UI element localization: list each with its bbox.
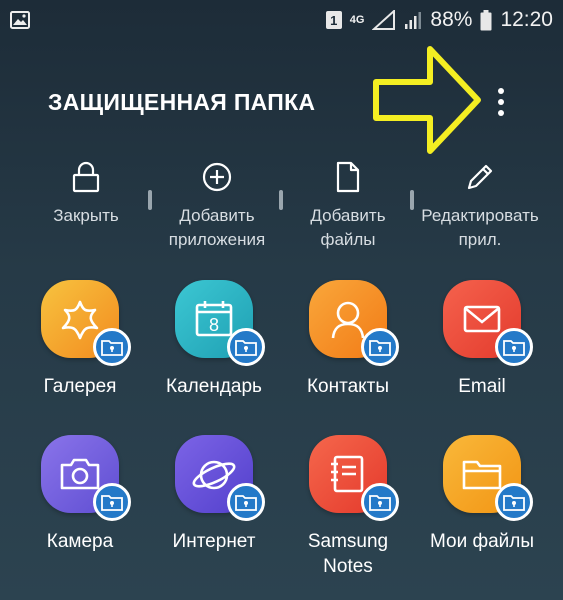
- network-type-label: 4G: [349, 14, 365, 26]
- calendar-icon: 8: [175, 280, 265, 366]
- app-camera[interactable]: Камера: [15, 435, 145, 554]
- secure-folder-badge-icon: [495, 483, 533, 521]
- app-gallery[interactable]: Галерея: [15, 280, 145, 399]
- app-name: Галерея: [43, 376, 117, 397]
- more-vert-dot: [498, 99, 504, 105]
- email-icon: [443, 280, 533, 366]
- network-type: 4G: [349, 14, 365, 26]
- signal-icon: [372, 10, 396, 30]
- edit-apps-button[interactable]: Редактировать прил.: [410, 160, 550, 252]
- contacts-icon: [309, 280, 399, 366]
- app-name: Камера: [46, 531, 114, 552]
- app-name: Контакты: [306, 376, 390, 397]
- lock-action-button[interactable]: Закрыть: [16, 160, 156, 228]
- more-options-button[interactable]: [486, 82, 516, 122]
- sim-slot-badge: 1: [325, 11, 342, 29]
- secure-folder-badge-icon: [361, 483, 399, 521]
- app-name: Email: [458, 376, 506, 397]
- notes-icon: [309, 435, 399, 521]
- app-name: Интернет: [172, 531, 256, 552]
- lock-action-label: Закрыть: [53, 206, 119, 225]
- clock: 12:20: [500, 8, 553, 31]
- app-samsung-notes[interactable]: Samsung Notes: [283, 435, 413, 579]
- app-contacts[interactable]: Контакты: [283, 280, 413, 399]
- page-title: ЗАЩИЩЕННАЯ ПАПКА: [48, 88, 316, 115]
- app-internet[interactable]: Интернет: [149, 435, 279, 554]
- secure-folder-badge-icon: [93, 483, 131, 521]
- lock-icon: [69, 160, 103, 194]
- add-apps-button[interactable]: Добавить приложения: [147, 160, 287, 252]
- camera-icon: [41, 435, 131, 521]
- app-name: Мои файлы: [429, 531, 535, 552]
- battery-icon: [480, 9, 492, 30]
- add-files-label: Добавить файлы: [310, 206, 386, 249]
- add-circle-icon: [200, 160, 234, 194]
- arrow-right-icon: [373, 46, 481, 154]
- secure-folder-badge-icon: [227, 483, 265, 521]
- secure-folder-badge-icon: [361, 328, 399, 366]
- signal-icon-2: [405, 12, 422, 29]
- secure-folder-badge-icon: [495, 328, 533, 366]
- svg-text:8: 8: [209, 315, 219, 335]
- file-icon: [331, 160, 365, 194]
- actions-row: Закрыть Добавить приложения Добавить фай…: [0, 160, 563, 255]
- secure-folder-badge-icon: [227, 328, 265, 366]
- battery-percent: 88%: [430, 8, 473, 31]
- pencil-icon: [463, 160, 497, 194]
- app-calendar[interactable]: 8 Календарь: [149, 280, 279, 399]
- internet-icon: [175, 435, 265, 521]
- more-vert-icon: [498, 88, 504, 94]
- app-my-files[interactable]: Мои файлы: [417, 435, 547, 554]
- secure-folder-badge-icon: [93, 328, 131, 366]
- add-apps-label: Добавить приложения: [168, 206, 266, 249]
- app-name: Samsung Notes: [307, 531, 389, 577]
- app-name: Календарь: [166, 376, 262, 397]
- more-vert-dot: [498, 110, 504, 116]
- gallery-icon: [41, 280, 131, 366]
- my-files-icon: [443, 435, 533, 521]
- gallery-notification-icon: [10, 11, 30, 29]
- add-files-button[interactable]: Добавить файлы: [278, 160, 418, 252]
- app-email[interactable]: Email: [417, 280, 547, 399]
- status-bar: 1 4G 88% 12:20: [0, 0, 563, 40]
- edit-apps-label: Редактировать прил.: [421, 206, 539, 249]
